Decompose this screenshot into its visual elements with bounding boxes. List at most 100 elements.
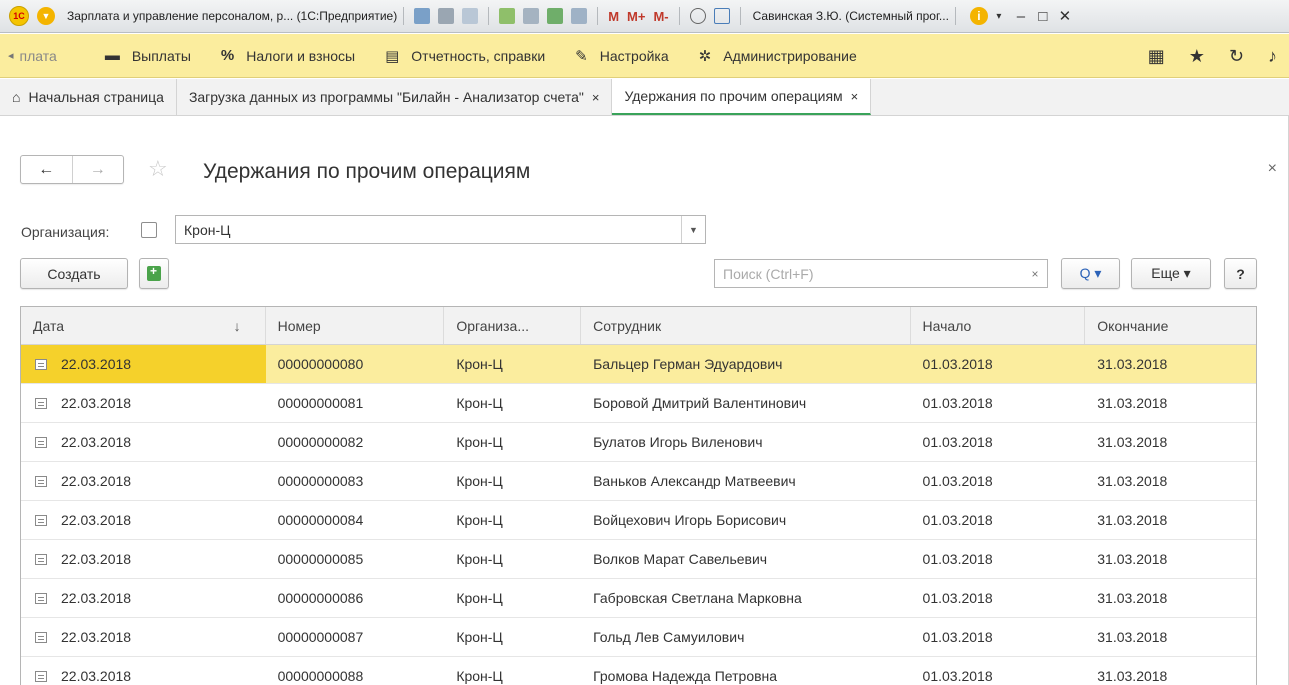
- cell-number[interactable]: 00000000085: [266, 540, 445, 578]
- cell-end[interactable]: 31.03.2018: [1085, 384, 1256, 422]
- table-row[interactable]: 22.03.2018 00000000085 Крон-Ц Волков Марат …: [21, 540, 1256, 579]
- cell-date[interactable]: 22.03.2018: [21, 501, 266, 539]
- cell-organization[interactable]: Крон-Ц: [444, 657, 581, 685]
- section-reports[interactable]: ▤ Отчетность, справки: [385, 47, 545, 65]
- cell-date[interactable]: 22.03.2018: [21, 618, 266, 656]
- zoom-icon[interactable]: [689, 8, 706, 24]
- cell-organization[interactable]: Крон-Ц: [444, 540, 581, 578]
- table-row[interactable]: 22.03.2018 00000000086 Крон-Ц Габровская Св…: [21, 579, 1256, 618]
- column-header-date[interactable]: Дата ↓: [21, 307, 266, 344]
- section-payments[interactable]: ▬ Выплаты: [105, 47, 191, 64]
- table-row[interactable]: 22.03.2018 00000000083 Крон-Ц Ваньков Алекс…: [21, 462, 1256, 501]
- column-header-end[interactable]: Окончание: [1085, 307, 1256, 344]
- cell-start[interactable]: 01.03.2018: [911, 345, 1086, 383]
- cell-start[interactable]: 01.03.2018: [911, 657, 1086, 685]
- tab-beeline-import[interactable]: Загрузка данных из программы "Билайн - А…: [177, 79, 613, 115]
- cell-number[interactable]: 00000000088: [266, 657, 445, 685]
- print-icon[interactable]: [438, 8, 455, 24]
- cell-end[interactable]: 31.03.2018: [1085, 579, 1256, 617]
- cell-end[interactable]: 31.03.2018: [1085, 540, 1256, 578]
- memory-m-plus-button[interactable]: M+: [627, 9, 645, 24]
- cell-start[interactable]: 01.03.2018: [911, 423, 1086, 461]
- cell-end[interactable]: 31.03.2018: [1085, 501, 1256, 539]
- current-user[interactable]: Савинская З.Ю. (Системный прог...: [753, 9, 949, 23]
- cell-employee[interactable]: Ваньков Александр Матвеевич: [581, 462, 910, 500]
- cell-employee[interactable]: Булатов Игорь Виленович: [581, 423, 910, 461]
- more-button[interactable]: Еще ▾: [1131, 258, 1211, 289]
- table-row[interactable]: 22.03.2018 00000000082 Крон-Ц Булатов Игорь…: [21, 423, 1256, 462]
- bell-icon[interactable]: ♪: [1268, 46, 1277, 67]
- section-salary[interactable]: ◂ плата: [8, 48, 57, 64]
- table-row[interactable]: 22.03.2018 00000000087 Крон-Ц Гольд Лев Сам…: [21, 618, 1256, 657]
- search-input[interactable]: [715, 260, 1023, 287]
- close-form-button[interactable]: ×: [1268, 160, 1277, 178]
- cell-employee[interactable]: Габровская Светлана Марковна: [581, 579, 910, 617]
- close-tab-icon[interactable]: ×: [851, 89, 859, 104]
- copy-window-icon[interactable]: [523, 8, 540, 24]
- cell-start[interactable]: 01.03.2018: [911, 462, 1086, 500]
- cell-organization[interactable]: Крон-Ц: [444, 423, 581, 461]
- cell-start[interactable]: 01.03.2018: [911, 501, 1086, 539]
- table-row[interactable]: 22.03.2018 00000000088 Крон-Ц Громова Надеж…: [21, 657, 1256, 685]
- cell-date[interactable]: 22.03.2018: [21, 540, 266, 578]
- cell-start[interactable]: 01.03.2018: [911, 579, 1086, 617]
- cell-employee[interactable]: Громова Надежда Петровна: [581, 657, 910, 685]
- cell-number[interactable]: 00000000087: [266, 618, 445, 656]
- panel-icon[interactable]: [713, 8, 730, 24]
- cell-organization[interactable]: Крон-Ц: [444, 501, 581, 539]
- chevron-down-icon[interactable]: ▼: [681, 216, 705, 243]
- forward-button[interactable]: →: [73, 156, 124, 183]
- main-menu-icon[interactable]: ▼: [37, 7, 55, 25]
- section-settings[interactable]: ✎ Настройка: [575, 47, 669, 65]
- preview-icon[interactable]: [462, 8, 479, 24]
- help-button[interactable]: ?: [1224, 258, 1257, 289]
- star-icon[interactable]: ★: [1189, 46, 1205, 67]
- cell-number[interactable]: 00000000083: [266, 462, 445, 500]
- cell-organization[interactable]: Крон-Ц: [444, 579, 581, 617]
- cell-number[interactable]: 00000000080: [266, 345, 445, 383]
- cell-date[interactable]: 22.03.2018: [21, 384, 266, 422]
- scroll-left-icon[interactable]: ◂: [8, 49, 14, 62]
- column-header-organization[interactable]: Организа...: [444, 307, 582, 344]
- column-header-start[interactable]: Начало: [911, 307, 1086, 344]
- cell-employee[interactable]: Гольд Лев Самуилович: [581, 618, 910, 656]
- save-icon[interactable]: [414, 8, 431, 24]
- cell-date[interactable]: 22.03.2018: [21, 423, 266, 461]
- copy-button[interactable]: [139, 258, 169, 289]
- cell-organization[interactable]: Крон-Ц: [444, 618, 581, 656]
- memory-m-minus-button[interactable]: M-: [653, 9, 668, 24]
- clear-search-icon[interactable]: ×: [1023, 267, 1047, 281]
- minimize-button[interactable]: –: [1010, 8, 1032, 25]
- cell-date[interactable]: 22.03.2018: [21, 462, 266, 500]
- section-taxes[interactable]: % Налоги и взносы: [221, 47, 355, 64]
- cell-start[interactable]: 01.03.2018: [911, 618, 1086, 656]
- tab-home[interactable]: ⌂ Начальная страница: [0, 79, 177, 115]
- column-header-employee[interactable]: Сотрудник: [581, 307, 911, 344]
- info-icon[interactable]: i: [969, 7, 988, 25]
- cell-organization[interactable]: Крон-Ц: [444, 462, 581, 500]
- cell-date[interactable]: 22.03.2018: [21, 579, 266, 617]
- favorite-star-icon[interactable]: ☆: [148, 156, 168, 182]
- close-tab-icon[interactable]: ×: [592, 90, 600, 105]
- table-row[interactable]: 22.03.2018 00000000081 Крон-Ц Боровой Дмитр…: [21, 384, 1256, 423]
- cell-end[interactable]: 31.03.2018: [1085, 462, 1256, 500]
- cell-organization[interactable]: Крон-Ц: [444, 345, 581, 383]
- cell-end[interactable]: 31.03.2018: [1085, 423, 1256, 461]
- memory-m-button[interactable]: M: [608, 9, 619, 24]
- table-row[interactable]: 22.03.2018 00000000084 Крон-Ц Войцехович Иг…: [21, 501, 1256, 540]
- calendar-icon[interactable]: [571, 8, 588, 24]
- cell-number[interactable]: 00000000084: [266, 501, 445, 539]
- upload-icon[interactable]: [499, 8, 516, 24]
- cell-employee[interactable]: Бальцер Герман Эдуардович: [581, 345, 910, 383]
- cell-employee[interactable]: Волков Марат Савельевич: [581, 540, 910, 578]
- search-field[interactable]: ×: [714, 259, 1048, 288]
- cell-number[interactable]: 00000000081: [266, 384, 445, 422]
- close-window-button[interactable]: ✕: [1054, 7, 1076, 25]
- cell-start[interactable]: 01.03.2018: [911, 540, 1086, 578]
- back-button[interactable]: ←: [21, 156, 73, 183]
- search-button[interactable]: Q ▾: [1061, 258, 1120, 289]
- grid-icon[interactable]: ▦: [1148, 46, 1165, 67]
- cell-organization[interactable]: Крон-Ц: [444, 384, 581, 422]
- create-button[interactable]: Создать: [20, 258, 128, 289]
- history-icon[interactable]: ↻: [1229, 46, 1244, 67]
